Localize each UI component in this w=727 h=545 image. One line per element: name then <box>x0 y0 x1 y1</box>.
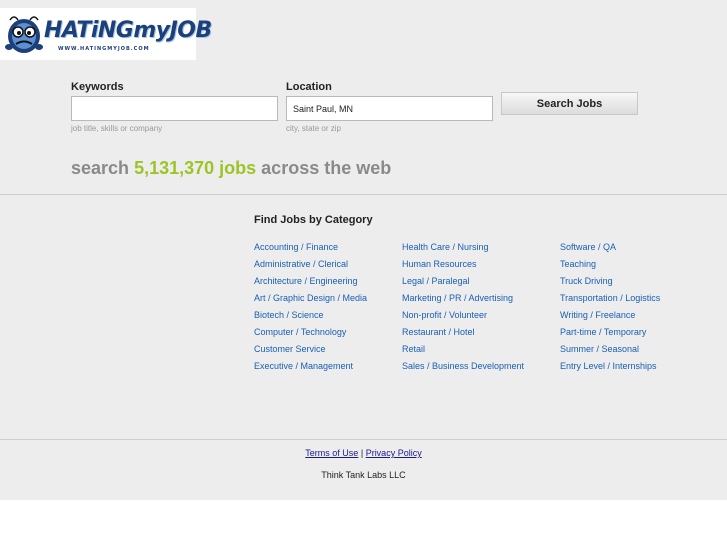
headline-suffix: across the web <box>261 158 392 178</box>
category-link[interactable]: Summer / Seasonal <box>560 344 639 354</box>
privacy-policy-link[interactable]: Privacy Policy <box>366 448 422 458</box>
list-item: Legal / Paralegal <box>402 275 524 292</box>
list-item: Writing / Freelance <box>560 309 660 326</box>
logo-url: WWW.HATINGMYJOB.COM <box>58 46 150 52</box>
category-link[interactable]: Art / Graphic Design / Media <box>254 293 367 303</box>
list-item: Transportation / Logistics <box>560 292 660 309</box>
category-link[interactable]: Non-profit / Volunteer <box>402 310 487 320</box>
list-item: Marketing / PR / Advertising <box>402 292 524 309</box>
footer-divider <box>0 439 727 440</box>
category-link[interactable]: Customer Service <box>254 344 326 354</box>
list-item: Summer / Seasonal <box>560 343 660 360</box>
category-column-3: Software / QA Teaching Truck Driving Tra… <box>560 241 660 377</box>
list-item: Teaching <box>560 258 660 275</box>
category-link[interactable]: Transportation / Logistics <box>560 293 660 303</box>
keywords-label: Keywords <box>71 81 124 93</box>
terms-of-use-link[interactable]: Terms of Use <box>305 448 358 458</box>
category-link[interactable]: Health Care / Nursing <box>402 242 489 252</box>
headline-prefix: search <box>71 158 130 178</box>
list-item: Customer Service <box>254 343 367 360</box>
category-link[interactable]: Biotech / Science <box>254 310 324 320</box>
list-item: Restaurant / Hotel <box>402 326 524 343</box>
category-link[interactable]: Computer / Technology <box>254 327 346 337</box>
list-item: Computer / Technology <box>254 326 367 343</box>
list-item: Architecture / Engineering <box>254 275 367 292</box>
category-link[interactable]: Teaching <box>560 259 596 269</box>
footer-separator: | <box>360 448 364 458</box>
mascot-icon <box>5 16 43 53</box>
category-link[interactable]: Entry Level / Internships <box>560 361 657 371</box>
category-link[interactable]: Retail <box>402 344 425 354</box>
job-count: 5,131,370 jobs <box>134 158 257 178</box>
keywords-input[interactable] <box>71 96 278 121</box>
category-link[interactable]: Accounting / Finance <box>254 242 338 252</box>
category-column-1: Accounting / Finance Administrative / Cl… <box>254 241 367 377</box>
category-link[interactable]: Administrative / Clerical <box>254 259 348 269</box>
list-item: Accounting / Finance <box>254 241 367 258</box>
company-name: Think Tank Labs LLC <box>321 470 406 480</box>
list-item: Art / Graphic Design / Media <box>254 292 367 309</box>
search-jobs-button[interactable]: Search Jobs <box>501 92 638 115</box>
category-link[interactable]: Truck Driving <box>560 276 613 286</box>
location-hint: city, state or zip <box>286 124 341 133</box>
category-link[interactable]: Sales / Business Development <box>402 361 524 371</box>
list-item: Truck Driving <box>560 275 660 292</box>
category-link[interactable]: Legal / Paralegal <box>402 276 470 286</box>
location-input[interactable] <box>286 96 493 121</box>
job-count-headline: search 5,131,370 jobs across the web <box>71 158 391 179</box>
category-link[interactable]: Restaurant / Hotel <box>402 327 475 337</box>
category-link[interactable]: Human Resources <box>402 259 477 269</box>
list-item: Non-profit / Volunteer <box>402 309 524 326</box>
list-item: Human Resources <box>402 258 524 275</box>
list-item: Software / QA <box>560 241 660 258</box>
category-link[interactable]: Software / QA <box>560 242 616 252</box>
category-link[interactable]: Part-time / Temporary <box>560 327 646 337</box>
list-item: Executive / Management <box>254 360 367 377</box>
site-logo[interactable]: HATiNGmyJOB WWW.HATINGMYJOB.COM <box>0 8 212 60</box>
list-item: Part-time / Temporary <box>560 326 660 343</box>
list-item: Retail <box>402 343 524 360</box>
category-link[interactable]: Executive / Management <box>254 361 353 371</box>
category-column-2: Health Care / Nursing Human Resources Le… <box>402 241 524 377</box>
section-divider <box>0 194 727 195</box>
category-link[interactable]: Writing / Freelance <box>560 310 635 320</box>
category-link[interactable]: Marketing / PR / Advertising <box>402 293 513 303</box>
list-item: Sales / Business Development <box>402 360 524 377</box>
logo-wordmark: HATiNGmyJOB <box>44 18 212 43</box>
keywords-hint: job title, skills or company <box>71 124 163 133</box>
list-item: Administrative / Clerical <box>254 258 367 275</box>
list-item: Entry Level / Internships <box>560 360 660 377</box>
list-item: Biotech / Science <box>254 309 367 326</box>
list-item: Health Care / Nursing <box>402 241 524 258</box>
categories-title: Find Jobs by Category <box>254 214 373 226</box>
location-label: Location <box>286 81 332 93</box>
category-link[interactable]: Architecture / Engineering <box>254 276 358 286</box>
footer-links: Terms of Use | Privacy Policy <box>0 448 727 458</box>
